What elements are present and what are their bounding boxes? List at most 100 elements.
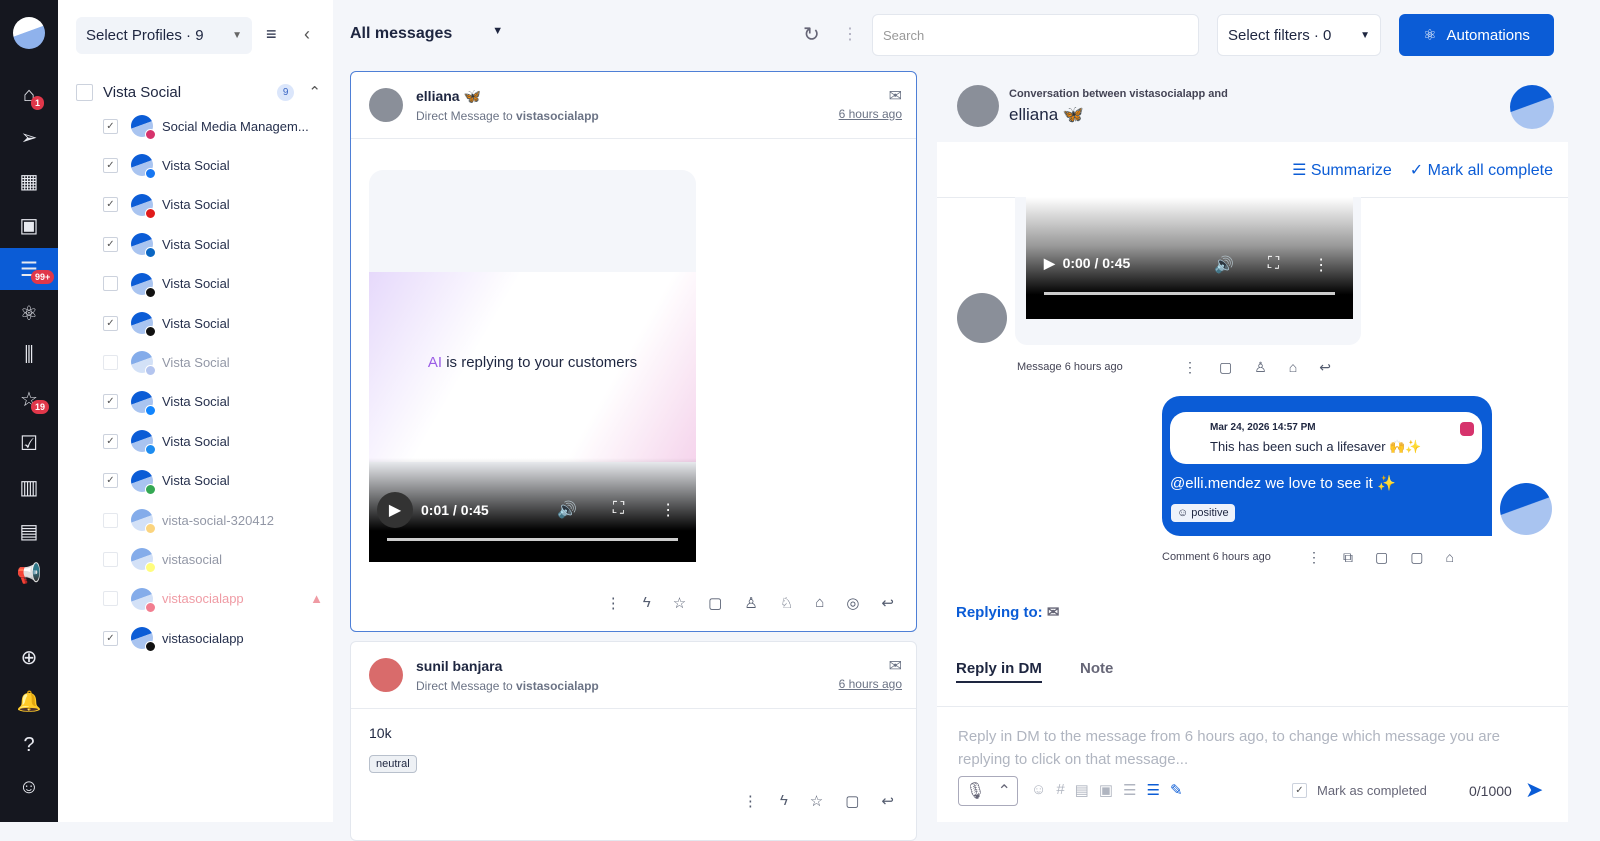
more-icon[interactable]: ⋮ xyxy=(842,24,858,44)
assign-icon[interactable]: ▢ xyxy=(1219,359,1232,376)
profile-checkbox[interactable] xyxy=(103,591,118,607)
comment-icon[interactable]: ▢ xyxy=(1375,549,1388,566)
emoji-icon[interactable]: ☺ xyxy=(1031,781,1046,799)
video-progress[interactable] xyxy=(387,538,678,541)
profile-item[interactable]: ✓ Social Media Managem... xyxy=(103,111,323,141)
collapse-icon[interactable]: ‹ xyxy=(304,24,310,45)
listening-icon[interactable]: ⫼ xyxy=(0,334,58,376)
lightning-icon[interactable]: ϟ xyxy=(643,594,651,612)
fullscreen-icon[interactable]: ⛶ xyxy=(613,500,624,520)
video-controls[interactable]: 🔊 ⛶ ⋮ xyxy=(557,500,676,520)
automation-icon[interactable]: ⚛ xyxy=(0,292,58,334)
assign-icon[interactable]: ▢ xyxy=(708,594,722,612)
tag-icon[interactable]: ⌂ xyxy=(1445,549,1453,566)
more-icon[interactable]: ⋮ xyxy=(743,792,758,810)
profile-item[interactable]: ✓ Vista Social xyxy=(103,387,323,417)
video-player[interactable]: ▶ 0:00 / 0:45 🔊 ⛶ ⋮ xyxy=(1026,197,1353,319)
more-icon[interactable]: ⋮ xyxy=(1313,255,1329,275)
profile-item[interactable]: ✓ Vista Social xyxy=(103,426,323,456)
filter-icon[interactable]: ≡ xyxy=(266,24,277,45)
user-assign-icon[interactable]: ♘ xyxy=(780,594,793,612)
profile-checkbox[interactable] xyxy=(103,276,118,292)
user-icon[interactable]: ♙ xyxy=(1254,359,1267,376)
profile-checkbox[interactable]: ✓ xyxy=(103,157,118,173)
profile-checkbox[interactable]: ✓ xyxy=(103,315,118,331)
check-circle-icon[interactable]: ◎ xyxy=(846,594,859,612)
video-progress[interactable] xyxy=(1044,292,1335,295)
list-icon[interactable]: ☰ xyxy=(1123,781,1136,799)
more-icon[interactable]: ⋮ xyxy=(1307,549,1321,566)
profile-checkbox[interactable]: ✓ xyxy=(103,197,118,213)
voice-button[interactable]: 🎙 ⌃ xyxy=(958,776,1018,806)
message-card[interactable]: elliana 🦋 Direct Message to vistasociala… xyxy=(350,71,917,632)
tag-icon[interactable]: ⌂ xyxy=(1289,359,1297,376)
filters-dropdown[interactable]: Select filters · 0 ▼ xyxy=(1217,14,1381,56)
media-icon[interactable]: ▣ xyxy=(0,204,58,246)
profile-item[interactable]: Vista Social xyxy=(103,347,323,377)
star-icon[interactable]: ☆ xyxy=(673,594,686,612)
profile-checkbox[interactable]: ✓ xyxy=(103,433,118,449)
tab-note[interactable]: Note xyxy=(1080,660,1113,677)
profile-item[interactable]: ✓ vistasocialapp xyxy=(103,623,323,653)
megaphone-icon[interactable]: 📢 xyxy=(0,552,58,594)
tab-reply-in-dm[interactable]: Reply in DM xyxy=(956,660,1042,683)
profile-item[interactable]: ✓ Vista Social xyxy=(103,190,323,220)
tasks-icon[interactable]: ☑ xyxy=(0,422,58,464)
user-icon[interactable]: ♙ xyxy=(744,594,757,612)
send-button[interactable]: ➤ xyxy=(1525,777,1543,803)
profile-item[interactable]: ✓ Vista Social xyxy=(103,150,323,180)
reports-icon[interactable]: ▥ xyxy=(0,466,58,508)
lightning-icon[interactable]: ϟ xyxy=(780,792,788,810)
user-icon[interactable]: ☺ xyxy=(0,766,58,808)
profile-item[interactable]: ✓ Vista Social xyxy=(103,308,323,338)
reply-icon[interactable]: ↩ xyxy=(881,792,894,810)
message-time[interactable]: 6 hours ago xyxy=(839,107,902,121)
profile-item[interactable]: ✓ Vista Social xyxy=(103,466,323,496)
template-icon[interactable]: ▤ xyxy=(1075,781,1089,799)
automations-button[interactable]: ⚛ Automations xyxy=(1399,14,1554,56)
refresh-icon[interactable]: ↻ xyxy=(803,22,820,47)
scrollbar[interactable] xyxy=(1568,71,1600,822)
summarize-button[interactable]: ☰ Summarize xyxy=(1292,160,1392,180)
fullscreen-icon[interactable]: ⛶ xyxy=(1268,255,1279,275)
add-icon[interactable]: ⊕ xyxy=(0,636,58,678)
profile-item[interactable]: vistasocial xyxy=(103,544,323,574)
message-time[interactable]: 6 hours ago xyxy=(839,677,902,691)
profile-checkbox[interactable] xyxy=(103,354,118,370)
help-icon[interactable]: ? xyxy=(0,724,58,766)
assign-icon[interactable]: ▢ xyxy=(1410,549,1423,566)
profile-item[interactable]: vista-social-320412 xyxy=(103,505,323,535)
tag-icon[interactable]: ⌂ xyxy=(815,594,824,612)
reply-input[interactable]: Reply in DM to the message from 6 hours … xyxy=(958,725,1553,771)
comment-icon[interactable]: ▢ xyxy=(845,792,859,810)
magic-wand-icon[interactable]: ✎ xyxy=(1170,781,1183,799)
image-icon[interactable]: ▣ xyxy=(1099,781,1113,799)
copy-icon[interactable]: ⧉ xyxy=(1343,549,1353,566)
play-icon[interactable]: ▶ xyxy=(377,492,413,528)
home-icon[interactable]: ⌂ 1 xyxy=(0,74,58,116)
volume-icon[interactable]: 🔊 xyxy=(557,500,577,520)
view-dropdown[interactable]: All messages ▼ xyxy=(350,25,503,43)
volume-icon[interactable]: 🔊 xyxy=(1214,255,1234,275)
hashtag-icon[interactable]: # xyxy=(1056,781,1064,799)
search-input[interactable]: Search xyxy=(872,14,1199,56)
video-player[interactable]: AI is replying to your customers ▶ 0:01 … xyxy=(369,170,696,562)
send-icon[interactable]: ➢ xyxy=(0,116,58,158)
ai-summary-icon[interactable]: ☰ xyxy=(1147,781,1160,799)
bell-icon[interactable]: 🔔 xyxy=(0,680,58,722)
reply-icon[interactable]: ↩ xyxy=(1319,359,1331,376)
profile-checkbox[interactable]: ✓ xyxy=(103,473,118,489)
mark-all-complete-button[interactable]: ✓ Mark all complete xyxy=(1410,160,1553,180)
profile-checkbox[interactable] xyxy=(103,512,118,528)
chevron-up-icon[interactable]: ⌃ xyxy=(308,83,321,101)
inbox-icon[interactable]: ☰ 99+ xyxy=(0,248,58,290)
profile-checkbox[interactable]: ✓ xyxy=(103,630,118,646)
message-card[interactable]: sunil banjara Direct Message to vistasoc… xyxy=(350,641,917,841)
reviews-icon[interactable]: ☆ 19 xyxy=(0,378,58,420)
profile-checkbox[interactable]: ✓ xyxy=(103,118,118,134)
play-icon[interactable]: ▶ xyxy=(1044,255,1055,271)
star-icon[interactable]: ☆ xyxy=(810,792,823,810)
calendar-icon[interactable]: ▦ xyxy=(0,160,58,202)
layout-icon[interactable]: ▤ xyxy=(0,510,58,552)
reply-bubble[interactable]: Mar 24, 2026 14:57 PM This has been such… xyxy=(1162,396,1492,536)
